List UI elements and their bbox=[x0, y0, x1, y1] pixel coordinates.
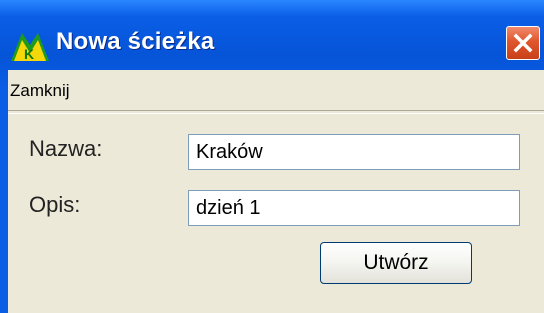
app-logo-icon: K bbox=[11, 33, 49, 61]
close-icon bbox=[513, 33, 533, 53]
close-button[interactable] bbox=[506, 26, 540, 60]
window-title: Nowa ścieżka bbox=[56, 28, 215, 55]
description-label: Opis: bbox=[29, 192, 81, 217]
menu-separator bbox=[8, 110, 544, 114]
menu-item-zamknij[interactable]: Zamknij bbox=[10, 80, 70, 102]
dialog-window: K Nowa ścieżka Zamknij Nazwa: Opis: Utwó… bbox=[0, 0, 544, 313]
client-area: Zamknij Nazwa: Opis: Utwórz bbox=[8, 70, 544, 313]
svg-text:K: K bbox=[24, 46, 34, 61]
description-input[interactable] bbox=[188, 190, 520, 226]
name-input[interactable] bbox=[188, 134, 520, 170]
form-panel: Nazwa: Opis: Utwórz bbox=[12, 116, 544, 313]
menu-bar: Zamknij bbox=[8, 70, 544, 110]
name-label: Nazwa: bbox=[29, 136, 103, 161]
create-button[interactable]: Utwórz bbox=[320, 242, 472, 284]
